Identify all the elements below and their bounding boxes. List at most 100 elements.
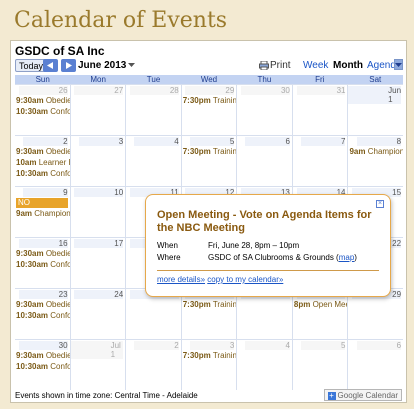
all-day-event[interactable]: NO TRAINING: [16, 198, 68, 217]
event-name: Training: [212, 147, 236, 156]
day-cell[interactable]: 7: [291, 136, 348, 186]
day-cell[interactable]: 57:30pm Training: [180, 136, 237, 186]
day-number: 9: [23, 188, 68, 197]
event-name: Obedien: [45, 300, 70, 309]
day-cell[interactable]: Jun 1: [347, 85, 403, 135]
day-cell[interactable]: Jul 1: [69, 340, 126, 390]
day-number: 23: [18, 290, 68, 299]
calendar-event[interactable]: 10:30am Conforr: [16, 260, 70, 270]
event-name: Conforr: [50, 169, 70, 178]
event-time: 9:30am: [16, 351, 44, 360]
day-cell[interactable]: 297:30pm Training: [180, 85, 237, 135]
event-title: Open Meeting - Vote on Agenda Items for …: [157, 209, 372, 234]
day-number: 4: [245, 341, 290, 350]
event-name: Conforr: [50, 260, 70, 269]
event-time: 10:30am: [16, 311, 49, 320]
more-details-link[interactable]: more details»: [157, 275, 205, 284]
map-link[interactable]: map: [339, 253, 355, 262]
event-time: 10:30am: [16, 362, 49, 371]
day-number: 16: [18, 239, 68, 248]
day-number: 3: [78, 137, 124, 146]
tab-week[interactable]: Week: [303, 59, 328, 72]
event-when-row: When Fri, June 28, 8pm – 10pm: [157, 241, 299, 250]
day-cell[interactable]: 4: [236, 340, 292, 390]
event-name: Learner H: [38, 158, 70, 167]
divider: [157, 270, 379, 271]
day-cell[interactable]: 28: [125, 85, 181, 135]
day-cell[interactable]: 27: [69, 85, 126, 135]
calendar-event[interactable]: 9:30am Obedien: [16, 300, 70, 310]
next-month-button[interactable]: [61, 59, 76, 72]
calendar-event[interactable]: 9am Champions: [349, 147, 403, 157]
calendar-event[interactable]: 10:30am Conforr: [16, 362, 70, 372]
event-time: 10:30am: [16, 107, 49, 116]
day-number: 28: [129, 86, 179, 95]
where-label: Where: [157, 253, 181, 262]
agenda-dropdown-button[interactable]: [394, 59, 403, 70]
calendar-event[interactable]: 10:30am Conforr: [16, 107, 70, 117]
day-cell[interactable]: 37:30pm Training: [180, 340, 237, 390]
day-cell[interactable]: 169:30am Obedien10:30am Conforr: [15, 238, 70, 288]
calendar-event[interactable]: 9:30am Obedien: [16, 96, 70, 106]
event-time: 10:30am: [16, 169, 49, 178]
month-dropdown-icon[interactable]: [128, 63, 135, 68]
day-cell[interactable]: 6: [347, 340, 403, 390]
week-row: 269:30am Obedien10:30am Conforr2728297:3…: [15, 84, 403, 135]
tab-month[interactable]: Month: [333, 59, 363, 72]
event-name: Open Meet: [312, 300, 348, 309]
event-time: 9:30am: [16, 249, 44, 258]
calendar-event[interactable]: 7:30pm Training: [183, 300, 237, 310]
calendar-event[interactable]: 10:30am Conforr: [16, 311, 70, 321]
calendar-event[interactable]: 10:30am Conforr: [16, 169, 70, 179]
calendar-event[interactable]: 9am Champions: [16, 209, 70, 219]
day-cell[interactable]: 309:30am Obedien10:30am Conforr: [15, 340, 70, 390]
calendar-event[interactable]: 10am Learner H: [16, 158, 70, 168]
calendar-event[interactable]: 9:30am Obedien: [16, 351, 70, 361]
day-cell[interactable]: 10: [69, 187, 126, 237]
day-cell[interactable]: 30: [236, 85, 292, 135]
day-cell[interactable]: 269:30am Obedien10:30am Conforr: [15, 85, 70, 135]
add-to-google-calendar-button[interactable]: + Google Calendar: [323, 389, 402, 401]
day-cell[interactable]: 239:30am Obedien10:30am Conforr: [15, 289, 70, 339]
event-time: 7:30pm: [182, 351, 211, 360]
day-cell[interactable]: 3: [69, 136, 126, 186]
day-cell[interactable]: 2: [125, 340, 181, 390]
calendar-event[interactable]: 9:30am Obedien: [16, 249, 70, 259]
event-name: Training: [212, 96, 236, 105]
day-cell[interactable]: 24: [69, 289, 126, 339]
day-number: 3: [189, 341, 235, 350]
calendar-event[interactable]: 9:30am Obedien: [16, 147, 70, 157]
weekday-label: Fri: [315, 75, 325, 84]
day-cell[interactable]: 17: [69, 238, 126, 288]
event-name: Conforr: [50, 107, 70, 116]
calendar-event[interactable]: 7:30pm Training: [183, 147, 237, 157]
day-cell[interactable]: 29:30am Obedien10am Learner H10:30am Con…: [15, 136, 70, 186]
day-number: 17: [74, 239, 124, 248]
calendar-name: GSDC of SA Inc: [15, 44, 105, 58]
plus-icon: +: [327, 391, 336, 400]
print-button[interactable]: Print: [259, 59, 291, 72]
timezone-note: Events shown in time zone: Central Time …: [15, 391, 198, 400]
day-cell[interactable]: 31: [291, 85, 348, 135]
day-number: 5: [301, 341, 346, 350]
event-name: Obedien: [45, 96, 70, 105]
day-cell[interactable]: 6: [236, 136, 292, 186]
day-cell[interactable]: 9NO TRAINING9am Champions: [15, 187, 70, 237]
calendar-event[interactable]: 7:30pm Training: [183, 351, 237, 361]
day-number: 6: [245, 137, 290, 146]
prev-month-button[interactable]: [43, 59, 58, 72]
calendar-event[interactable]: 8pm Open Meet: [294, 300, 348, 310]
event-name: Obedien: [45, 351, 70, 360]
event-time: 7:30pm: [182, 96, 211, 105]
day-number: 4: [134, 137, 179, 146]
day-number: 27: [74, 86, 124, 95]
close-icon[interactable]: ×: [376, 200, 384, 208]
day-cell[interactable]: 4: [125, 136, 181, 186]
event-time: 9:30am: [16, 147, 44, 156]
day-number: Jul 1: [70, 341, 124, 359]
calendar-event[interactable]: 7:30pm Training: [183, 96, 237, 106]
day-cell[interactable]: 89am Champions: [347, 136, 403, 186]
day-cell[interactable]: 5: [291, 340, 348, 390]
copy-to-calendar-link[interactable]: copy to my calendar»: [207, 275, 283, 284]
event-time: 8pm: [293, 300, 311, 309]
